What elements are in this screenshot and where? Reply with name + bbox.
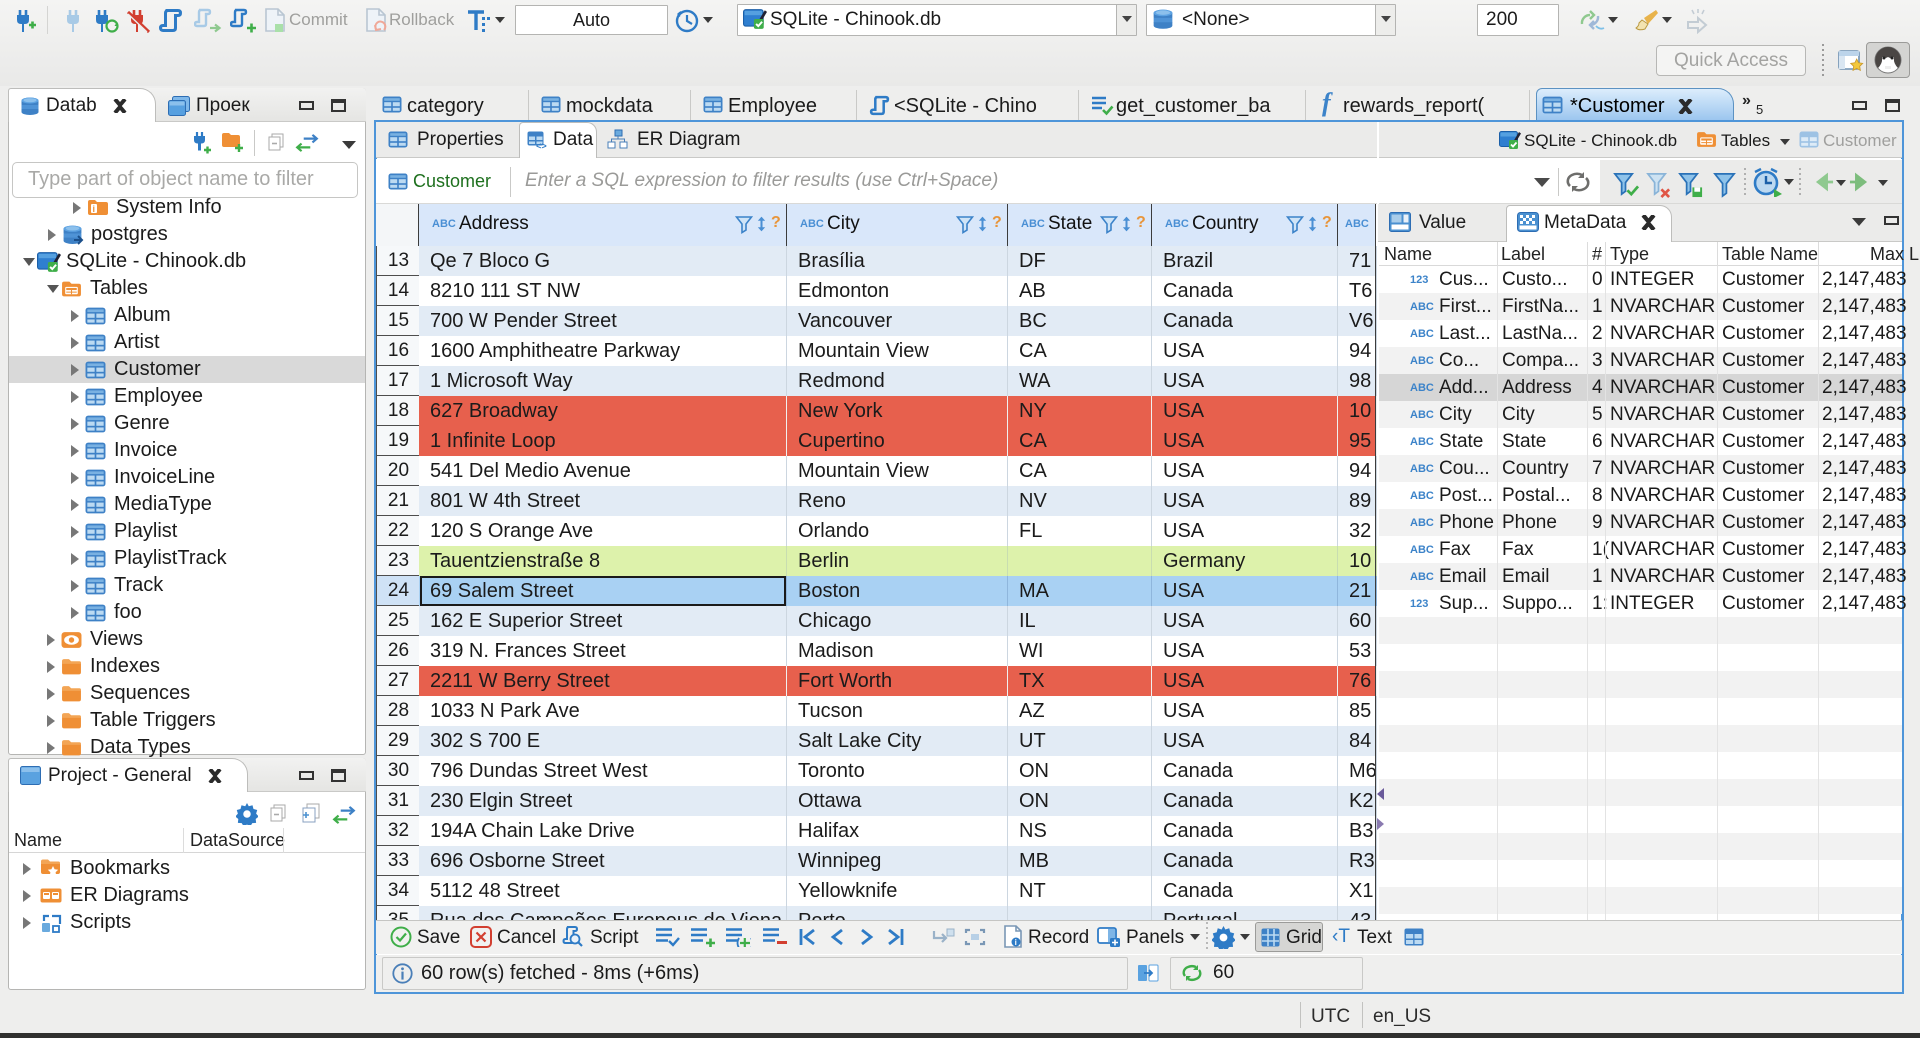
svg-text:<>: <>: [536, 142, 547, 149]
svg-text:i: i: [1015, 938, 1017, 947]
svg-text:i: i: [93, 204, 96, 214]
